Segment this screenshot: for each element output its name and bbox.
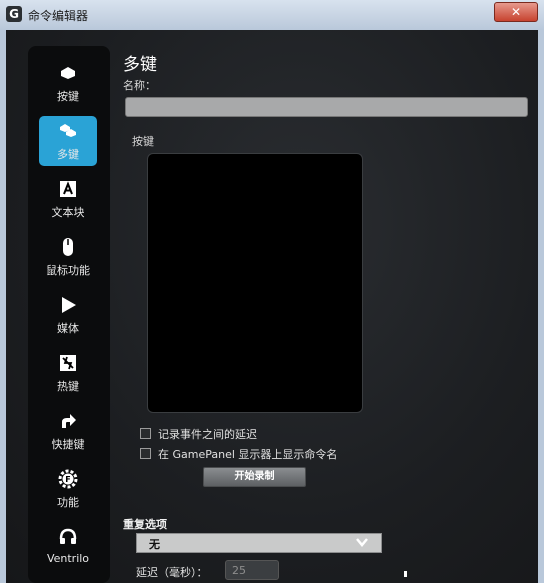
- svg-text:F: F: [65, 475, 70, 484]
- sidebar-item-multikey[interactable]: 多键: [39, 116, 97, 166]
- ventrilo-headset-icon: [59, 528, 77, 544]
- sidebar-item-label: 热键: [57, 380, 79, 393]
- sidebar-item-label: 鼠标功能: [46, 264, 90, 277]
- shortcut-arrow-icon: [62, 414, 76, 428]
- text-block-icon: [60, 181, 76, 197]
- delay-ms-field[interactable]: [225, 560, 279, 580]
- close-button[interactable]: ✕: [494, 2, 538, 22]
- record-delay-label: 记录事件之间的延迟: [158, 428, 257, 441]
- keys-label: 按键: [132, 135, 154, 148]
- sidebar-item-shortcut[interactable]: 快捷键: [39, 406, 97, 456]
- text-cursor-icon: [404, 571, 407, 577]
- sidebar-item-label: 按键: [57, 90, 79, 103]
- gamepanel-checkbox-row[interactable]: 在 GamePanel 显示器上显示命令名: [140, 446, 337, 462]
- sidebar-item-label: 功能: [57, 496, 79, 509]
- repeat-selected-value: 无: [149, 538, 160, 551]
- window-frame-right: [538, 30, 544, 583]
- hotkey-icon: [60, 355, 76, 371]
- chevron-down-icon: [356, 538, 368, 547]
- sidebar-item-ventrilo[interactable]: Ventrilo: [39, 522, 97, 572]
- multikey-icon: [60, 124, 76, 137]
- title-bar: G 命令编辑器 ✕: [0, 0, 544, 31]
- command-type-sidebar: 按键 多键 文本块 鼠标功能 媒体 热键 快捷键 F 功能 Ventrilo: [28, 46, 110, 583]
- sidebar-item-label: 快捷键: [51, 438, 85, 451]
- sidebar-item-text-block[interactable]: 文本块: [39, 174, 97, 224]
- sidebar-item-hotkey[interactable]: 热键: [39, 348, 97, 398]
- start-recording-button[interactable]: 开始录制: [203, 467, 306, 487]
- repeat-options-select[interactable]: 无: [136, 533, 382, 553]
- editor-content: 按键 多键 文本块 鼠标功能 媒体 热键 快捷键 F 功能 Ventrilo 多…: [6, 30, 538, 583]
- mouse-icon: [63, 238, 73, 256]
- sidebar-item-mouse[interactable]: 鼠标功能: [39, 232, 97, 282]
- window-title: 命令编辑器: [28, 9, 89, 23]
- sidebar-item-label: 文本块: [51, 206, 85, 219]
- sidebar-item-function[interactable]: F 功能: [39, 464, 97, 514]
- sidebar-item-label: Ventrilo: [46, 552, 90, 565]
- sidebar-item-label: 多键: [57, 148, 79, 161]
- key-icon: [61, 67, 75, 79]
- gamepanel-label: 在 GamePanel 显示器上显示命令名: [158, 448, 338, 461]
- gamepanel-checkbox[interactable]: [140, 448, 151, 459]
- function-gear-icon: F: [58, 469, 78, 489]
- name-field[interactable]: [125, 97, 528, 117]
- recorded-keys-list[interactable]: [147, 153, 363, 413]
- name-label: 名称：: [123, 79, 156, 92]
- app-logo-icon: G: [6, 6, 22, 22]
- page-title: 多键: [123, 55, 157, 75]
- sidebar-item-key[interactable]: 按键: [39, 58, 97, 108]
- repeat-options-label: 重复选项: [123, 518, 167, 531]
- play-icon: [62, 297, 76, 313]
- record-delay-checkbox-row[interactable]: 记录事件之间的延迟: [140, 426, 257, 442]
- record-delay-checkbox[interactable]: [140, 428, 151, 439]
- delay-label: 延迟（毫秒）：: [136, 566, 208, 579]
- sidebar-item-label: 媒体: [57, 322, 79, 335]
- sidebar-item-media[interactable]: 媒体: [39, 290, 97, 340]
